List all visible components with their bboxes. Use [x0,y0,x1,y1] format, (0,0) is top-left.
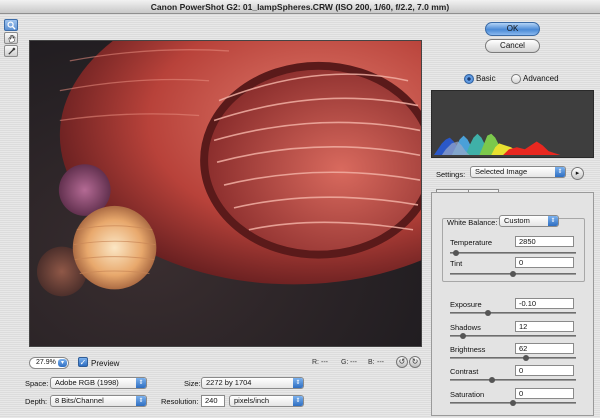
contrast-input[interactable]: 0 [515,365,574,376]
size-label: Size: [184,379,201,388]
brightness-input[interactable]: 62 [515,343,574,354]
settings-menu-button[interactable]: ▸ [571,167,584,180]
brightness-label: Brightness [450,345,486,354]
ok-button[interactable]: OK [485,22,540,36]
exposure-label: Exposure [450,300,482,309]
chevron-down-icon: ⇕ [293,378,303,388]
checkmark-icon: ✓ [79,358,87,367]
rotate-left-button[interactable]: ↺ [396,356,408,368]
histogram-graph [433,133,561,156]
contrast-slider[interactable] [450,377,576,383]
saturation-label: Saturation [450,390,485,399]
window-title: Canon PowerShot G2: 01_lampSpheres.CRW (… [150,2,450,12]
r-readout-value: --- [321,359,328,366]
cancel-button[interactable]: Cancel [485,39,540,53]
brightness-slider-thumb[interactable] [522,355,529,361]
zoom-tool-icon[interactable] [4,19,18,31]
size-value: 2272 by 1704 [206,378,252,387]
exposure-slider[interactable] [450,310,576,316]
zoom-value: 27.9% [36,359,56,366]
chevron-down-icon: ⇕ [293,396,303,406]
rotate-left-icon: ↺ [398,357,406,366]
shadows-slider[interactable] [450,333,576,339]
settings-value: Selected Image [475,167,528,176]
white-balance-label: White Balance: [447,218,498,227]
image-preview[interactable] [29,40,422,347]
saturation-slider-thumb[interactable] [510,400,516,406]
preview-photo [30,41,421,346]
eyedropper-tool-icon[interactable] [4,45,18,57]
contrast-label: Contrast [450,367,479,376]
b-readout-value: --- [377,359,384,366]
menu-arrow-icon: ▸ [575,170,580,177]
exposure-slider-thumb[interactable] [484,310,491,316]
space-label: Space: [25,379,49,388]
temperature-label: Temperature [450,238,493,247]
size-select[interactable]: 2272 by 1704 ⇕ [201,377,304,389]
temperature-input[interactable]: 2850 [515,236,574,247]
shadows-input[interactable]: 12 [515,321,574,332]
tint-input[interactable]: 0 [515,257,574,268]
tint-slider[interactable] [450,271,576,277]
exposure-input[interactable]: -0.10 [515,298,574,309]
chevron-down-icon: ⇕ [555,167,565,177]
title-bar: Canon PowerShot G2: 01_lampSpheres.CRW (… [0,0,600,14]
white-balance-select[interactable]: Custom ⇕ [499,215,559,227]
resolution-input[interactable]: 240 [201,395,225,407]
r-readout-label: R: [312,359,319,366]
settings-label: Settings: [436,170,466,179]
camera-raw-dialog: 27.9% ▾ ✓ Preview R: --- G: --- B: --- ↺… [0,14,600,418]
resolution-unit-select[interactable]: pixels/inch ⇕ [229,395,304,407]
tint-label: Tint [450,259,463,268]
tool-column [4,19,18,58]
preview-label: Preview [91,359,120,368]
rotate-right-icon: ↻ [411,357,419,366]
preview-checkbox[interactable]: ✓ [78,357,88,367]
b-readout-label: B: [368,359,375,366]
preview-controls: 27.9% ▾ ✓ Preview R: --- G: --- B: --- ↺… [29,356,422,371]
space-value: Adobe RGB (1998) [55,378,119,387]
temperature-slider[interactable] [450,250,576,256]
shadows-slider-thumb[interactable] [459,333,466,339]
resolution-label: Resolution: [161,397,199,406]
settings-select[interactable]: Selected Image ⇕ [470,166,566,178]
g-readout-value: --- [350,359,357,366]
tint-slider-thumb[interactable] [510,271,516,277]
white-balance-value: Custom [504,216,530,225]
advanced-label: Advanced [523,74,559,83]
g-readout-label: G: [341,359,349,366]
saturation-slider[interactable] [450,400,576,406]
saturation-input[interactable]: 0 [515,388,574,399]
histogram [431,90,594,158]
depth-value: 8 Bits/Channel [55,396,104,405]
brightness-slider[interactable] [450,355,576,361]
hand-tool-icon[interactable] [4,32,18,44]
zoom-level-select[interactable]: 27.9% ▾ [29,357,69,369]
depth-select[interactable]: 8 Bits/Channel ⇕ [50,395,147,407]
depth-label: Depth: [25,397,48,406]
basic-label: Basic [476,74,496,83]
contrast-slider-thumb[interactable] [488,377,495,383]
space-select[interactable]: Adobe RGB (1998) ⇕ [50,377,147,389]
advanced-radio[interactable] [511,74,521,84]
chevron-down-icon: ⇕ [136,396,146,406]
rotate-right-button[interactable]: ↻ [409,356,421,368]
shadows-label: Shadows [450,323,481,332]
chevron-down-icon: ▾ [58,359,67,367]
chevron-down-icon: ⇕ [136,378,146,388]
resolution-unit-value: pixels/inch [234,396,270,405]
basic-radio[interactable] [464,74,474,84]
chevron-down-icon: ⇕ [548,216,558,226]
